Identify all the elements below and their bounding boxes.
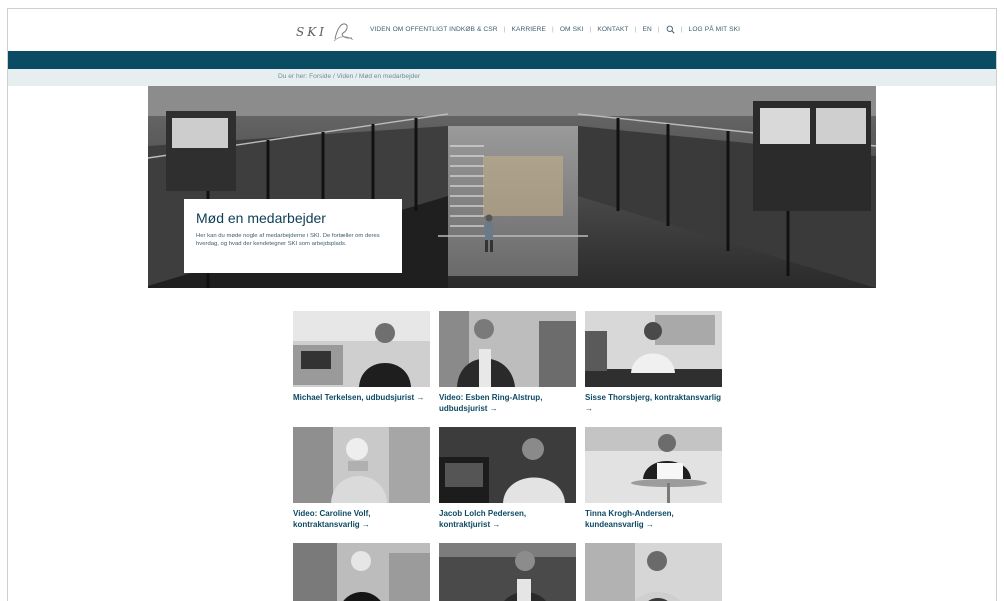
employee-photo[interactable]	[439, 311, 576, 387]
nav-divider: |	[634, 26, 637, 33]
employee-portrait	[293, 311, 430, 387]
employee-photo[interactable]	[439, 543, 576, 601]
nav-divider: |	[680, 26, 683, 33]
nav-item-language-en[interactable]: EN	[643, 26, 652, 33]
hero-description: Her kan du møde nogle af medarbejderne i…	[196, 233, 380, 248]
breadcrumb[interactable]: Du er her: Forside / Viden / Mød en meda…	[278, 73, 420, 80]
employee-link[interactable]: Video: Caroline Volf, kontraktansvarlig …	[293, 509, 430, 530]
employee-photo[interactable]	[293, 427, 430, 503]
employee-portrait	[293, 543, 430, 601]
employee-card[interactable]: Jacob Lolch Pedersen, kontraktjurist →	[439, 427, 576, 530]
employee-link[interactable]: Michael Terkelsen, udbudsjurist →	[293, 393, 430, 404]
employee-card[interactable]: Video: Caroline Volf, kontraktansvarlig …	[293, 427, 430, 530]
employee-portrait	[439, 427, 576, 503]
breadcrumb-bar: Du er her: Forside / Viden / Mød en meda…	[8, 69, 996, 86]
brand-bar	[8, 51, 996, 69]
ski-logo[interactable]: SKI	[296, 19, 355, 45]
employee-link[interactable]: Jacob Lolch Pedersen, kontraktjurist →	[439, 509, 576, 530]
nav-item-kontakt[interactable]: KONTAKT	[597, 26, 628, 33]
employee-portrait	[585, 543, 722, 601]
employee-portrait	[439, 311, 576, 387]
employee-photo[interactable]	[293, 311, 430, 387]
search-icon[interactable]	[666, 25, 675, 34]
employee-photo[interactable]	[585, 311, 722, 387]
employee-photo[interactable]	[585, 543, 722, 601]
employee-card[interactable]	[585, 543, 722, 601]
employee-link[interactable]: Sisse Thorsbjerg, kontraktansvarlig →	[585, 393, 722, 414]
employee-link[interactable]: Video: Esben Ring-Alstrup, udbudsjurist …	[439, 393, 576, 414]
employee-photo[interactable]	[585, 427, 722, 503]
employee-portrait	[585, 311, 722, 387]
employee-photo[interactable]	[293, 543, 430, 601]
nav-divider: |	[503, 26, 506, 33]
employee-card[interactable]	[293, 543, 430, 601]
employee-link[interactable]: Tinna Krogh-Andersen, kundeansvarlig →	[585, 509, 722, 530]
top-navigation: SKI VIDEN OM OFFENTLIGT INDKØB & CSR | K…	[8, 9, 996, 51]
ski-logo-icon	[333, 23, 354, 42]
employee-card[interactable]	[439, 543, 576, 601]
page-title: Mød en medarbejder	[196, 210, 326, 226]
main-nav: VIDEN OM OFFENTLIGT INDKØB & CSR | KARRI…	[370, 25, 740, 34]
employee-card[interactable]: Tinna Krogh-Andersen, kundeansvarlig →	[585, 427, 722, 530]
nav-divider: |	[551, 26, 554, 33]
employee-portrait	[439, 543, 576, 601]
hero-banner: Mød en medarbejder Her kan du møde nogle…	[148, 86, 876, 288]
nav-divider: |	[657, 26, 660, 33]
logo-text: SKI	[296, 25, 327, 39]
nav-item-login[interactable]: LOG PÅ MIT SKI	[689, 26, 740, 33]
nav-item-om-ski[interactable]: OM SKI	[560, 26, 584, 33]
employee-card[interactable]: Michael Terkelsen, udbudsjurist →	[293, 311, 430, 404]
nav-divider: |	[589, 26, 592, 33]
nav-item-viden[interactable]: VIDEN OM OFFENTLIGT INDKØB & CSR	[370, 26, 498, 33]
employee-card[interactable]: Video: Esben Ring-Alstrup, udbudsjurist …	[439, 311, 576, 414]
browser-page: SKI VIDEN OM OFFENTLIGT INDKØB & CSR | K…	[7, 8, 997, 601]
employee-photo[interactable]	[439, 427, 576, 503]
hero-intro-card: Mød en medarbejder Her kan du møde nogle…	[184, 199, 402, 273]
employee-portrait	[585, 427, 722, 503]
employee-card[interactable]: Sisse Thorsbjerg, kontraktansvarlig →	[585, 311, 722, 414]
nav-item-karriere[interactable]: KARRIERE	[511, 26, 546, 33]
employee-portrait	[293, 427, 430, 503]
